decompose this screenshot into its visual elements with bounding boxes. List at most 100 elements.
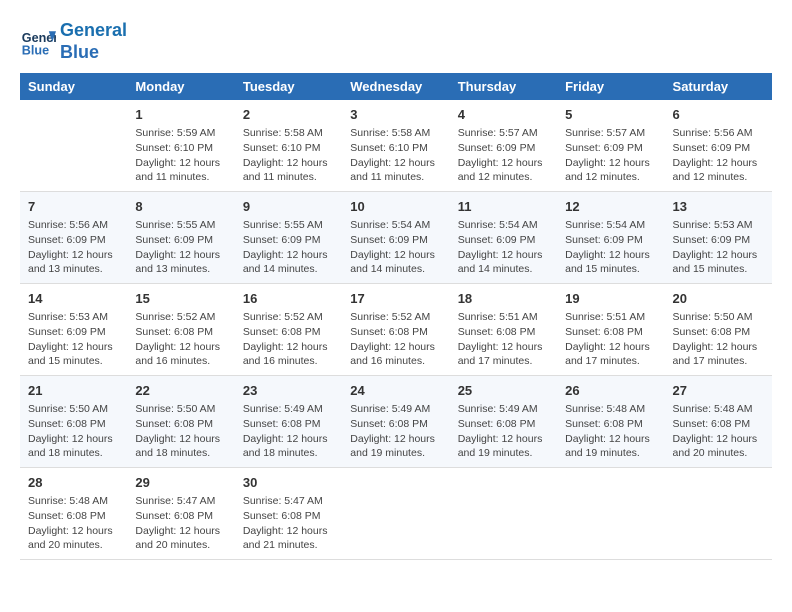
- day-info: Sunrise: 5:48 AM Sunset: 6:08 PM Dayligh…: [565, 402, 656, 461]
- day-number: 18: [458, 290, 549, 308]
- svg-text:Blue: Blue: [22, 43, 49, 57]
- day-info: Sunrise: 5:50 AM Sunset: 6:08 PM Dayligh…: [673, 310, 764, 369]
- day-number: 17: [350, 290, 441, 308]
- calendar-cell: 29 Sunrise: 5:47 AM Sunset: 6:08 PM Dayli…: [127, 467, 234, 559]
- calendar-cell: 2 Sunrise: 5:58 AM Sunset: 6:10 PM Daylig…: [235, 100, 342, 191]
- calendar-cell: [450, 467, 557, 559]
- day-info: Sunrise: 5:51 AM Sunset: 6:08 PM Dayligh…: [458, 310, 549, 369]
- day-info: Sunrise: 5:53 AM Sunset: 6:09 PM Dayligh…: [28, 310, 119, 369]
- day-number: 1: [135, 106, 226, 124]
- day-number: 23: [243, 382, 334, 400]
- calendar-cell: 21Sunrise: 5:50 AM Sunset: 6:08 PM Dayli…: [20, 376, 127, 468]
- weekday-header: Sunday: [20, 73, 127, 100]
- day-info: Sunrise: 5:58 AM Sunset: 6:10 PM Dayligh…: [350, 126, 441, 185]
- calendar-week: 28Sunrise: 5:48 AM Sunset: 6:08 PM Dayli…: [20, 467, 772, 559]
- calendar-cell: 4 Sunrise: 5:57 AM Sunset: 6:09 PM Daylig…: [450, 100, 557, 191]
- calendar-cell: 3 Sunrise: 5:58 AM Sunset: 6:10 PM Daylig…: [342, 100, 449, 191]
- calendar-cell: 26 Sunrise: 5:48 AM Sunset: 6:08 PM Dayli…: [557, 376, 664, 468]
- day-info: Sunrise: 5:49 AM Sunset: 6:08 PM Dayligh…: [350, 402, 441, 461]
- day-number: 7: [28, 198, 119, 216]
- day-number: 16: [243, 290, 334, 308]
- day-number: 19: [565, 290, 656, 308]
- day-info: Sunrise: 5:54 AM Sunset: 6:09 PM Dayligh…: [565, 218, 656, 277]
- day-info: Sunrise: 5:56 AM Sunset: 6:09 PM Dayligh…: [28, 218, 119, 277]
- day-number: 11: [458, 198, 549, 216]
- day-number: 29: [135, 474, 226, 492]
- day-number: 4: [458, 106, 549, 124]
- day-number: 26: [565, 382, 656, 400]
- day-info: Sunrise: 5:57 AM Sunset: 6:09 PM Dayligh…: [458, 126, 549, 185]
- day-info: Sunrise: 5:51 AM Sunset: 6:08 PM Dayligh…: [565, 310, 656, 369]
- calendar-cell: 19 Sunrise: 5:51 AM Sunset: 6:08 PM Dayli…: [557, 284, 664, 376]
- day-number: 10: [350, 198, 441, 216]
- day-info: Sunrise: 5:47 AM Sunset: 6:08 PM Dayligh…: [135, 494, 226, 553]
- calendar-cell: 11 Sunrise: 5:54 AM Sunset: 6:09 PM Dayli…: [450, 192, 557, 284]
- calendar-week: 7 Sunrise: 5:56 AM Sunset: 6:09 PM Daylig…: [20, 192, 772, 284]
- day-info: Sunrise: 5:54 AM Sunset: 6:09 PM Dayligh…: [350, 218, 441, 277]
- calendar-cell: 8 Sunrise: 5:55 AM Sunset: 6:09 PM Daylig…: [127, 192, 234, 284]
- calendar-cell: 14 Sunrise: 5:53 AM Sunset: 6:09 PM Dayli…: [20, 284, 127, 376]
- calendar-week: 1Sunrise: 5:59 AM Sunset: 6:10 PM Daylig…: [20, 100, 772, 191]
- logo-icon: General Blue: [20, 24, 56, 60]
- day-number: 9: [243, 198, 334, 216]
- calendar-cell: 30 Sunrise: 5:47 AM Sunset: 6:08 PM Dayli…: [235, 467, 342, 559]
- day-info: Sunrise: 5:54 AM Sunset: 6:09 PM Dayligh…: [458, 218, 549, 277]
- day-number: 15: [135, 290, 226, 308]
- day-number: 3: [350, 106, 441, 124]
- day-number: 22: [135, 382, 226, 400]
- weekday-header: Saturday: [665, 73, 772, 100]
- day-number: 20: [673, 290, 764, 308]
- day-info: Sunrise: 5:55 AM Sunset: 6:09 PM Dayligh…: [135, 218, 226, 277]
- calendar-cell: [557, 467, 664, 559]
- weekday-header: Thursday: [450, 73, 557, 100]
- calendar-body: 1Sunrise: 5:59 AM Sunset: 6:10 PM Daylig…: [20, 100, 772, 559]
- day-info: Sunrise: 5:55 AM Sunset: 6:09 PM Dayligh…: [243, 218, 334, 277]
- day-info: Sunrise: 5:52 AM Sunset: 6:08 PM Dayligh…: [243, 310, 334, 369]
- calendar-cell: 5Sunrise: 5:57 AM Sunset: 6:09 PM Daylig…: [557, 100, 664, 191]
- day-info: Sunrise: 5:52 AM Sunset: 6:08 PM Dayligh…: [135, 310, 226, 369]
- day-info: Sunrise: 5:58 AM Sunset: 6:10 PM Dayligh…: [243, 126, 334, 185]
- calendar-cell: 18 Sunrise: 5:51 AM Sunset: 6:08 PM Dayli…: [450, 284, 557, 376]
- day-info: Sunrise: 5:56 AM Sunset: 6:09 PM Dayligh…: [673, 126, 764, 185]
- day-number: 8: [135, 198, 226, 216]
- calendar-cell: 7 Sunrise: 5:56 AM Sunset: 6:09 PM Daylig…: [20, 192, 127, 284]
- calendar-cell: [20, 100, 127, 191]
- calendar-cell: 22 Sunrise: 5:50 AM Sunset: 6:08 PM Dayli…: [127, 376, 234, 468]
- calendar-cell: 23Sunrise: 5:49 AM Sunset: 6:08 PM Dayli…: [235, 376, 342, 468]
- day-info: Sunrise: 5:48 AM Sunset: 6:08 PM Dayligh…: [673, 402, 764, 461]
- day-number: 14: [28, 290, 119, 308]
- calendar-cell: 27 Sunrise: 5:48 AM Sunset: 6:08 PM Dayli…: [665, 376, 772, 468]
- day-number: 27: [673, 382, 764, 400]
- logo-text: GeneralBlue: [60, 20, 127, 63]
- day-info: Sunrise: 5:47 AM Sunset: 6:08 PM Dayligh…: [243, 494, 334, 553]
- calendar-cell: 16 Sunrise: 5:52 AM Sunset: 6:08 PM Dayli…: [235, 284, 342, 376]
- calendar-cell: 13 Sunrise: 5:53 AM Sunset: 6:09 PM Dayli…: [665, 192, 772, 284]
- logo: General Blue GeneralBlue: [20, 20, 127, 63]
- calendar-cell: 6Sunrise: 5:56 AM Sunset: 6:09 PM Daylig…: [665, 100, 772, 191]
- day-number: 25: [458, 382, 549, 400]
- day-number: 28: [28, 474, 119, 492]
- day-info: Sunrise: 5:49 AM Sunset: 6:08 PM Dayligh…: [458, 402, 549, 461]
- calendar-cell: [665, 467, 772, 559]
- day-info: Sunrise: 5:50 AM Sunset: 6:08 PM Dayligh…: [28, 402, 119, 461]
- weekday-header: Wednesday: [342, 73, 449, 100]
- weekday-header: Tuesday: [235, 73, 342, 100]
- calendar-cell: 12 Sunrise: 5:54 AM Sunset: 6:09 PM Dayli…: [557, 192, 664, 284]
- calendar-cell: 10 Sunrise: 5:54 AM Sunset: 6:09 PM Dayli…: [342, 192, 449, 284]
- day-info: Sunrise: 5:53 AM Sunset: 6:09 PM Dayligh…: [673, 218, 764, 277]
- day-number: 2: [243, 106, 334, 124]
- day-number: 13: [673, 198, 764, 216]
- weekday-header: Monday: [127, 73, 234, 100]
- page-header: General Blue GeneralBlue: [20, 20, 772, 63]
- day-number: 12: [565, 198, 656, 216]
- calendar-cell: [342, 467, 449, 559]
- day-number: 30: [243, 474, 334, 492]
- day-info: Sunrise: 5:57 AM Sunset: 6:09 PM Dayligh…: [565, 126, 656, 185]
- calendar-header: SundayMondayTuesdayWednesdayThursdayFrid…: [20, 73, 772, 100]
- day-info: Sunrise: 5:52 AM Sunset: 6:08 PM Dayligh…: [350, 310, 441, 369]
- calendar-cell: 28Sunrise: 5:48 AM Sunset: 6:08 PM Dayli…: [20, 467, 127, 559]
- calendar-week: 21Sunrise: 5:50 AM Sunset: 6:08 PM Dayli…: [20, 376, 772, 468]
- calendar-week: 14 Sunrise: 5:53 AM Sunset: 6:09 PM Dayli…: [20, 284, 772, 376]
- calendar-cell: 9 Sunrise: 5:55 AM Sunset: 6:09 PM Daylig…: [235, 192, 342, 284]
- day-info: Sunrise: 5:50 AM Sunset: 6:08 PM Dayligh…: [135, 402, 226, 461]
